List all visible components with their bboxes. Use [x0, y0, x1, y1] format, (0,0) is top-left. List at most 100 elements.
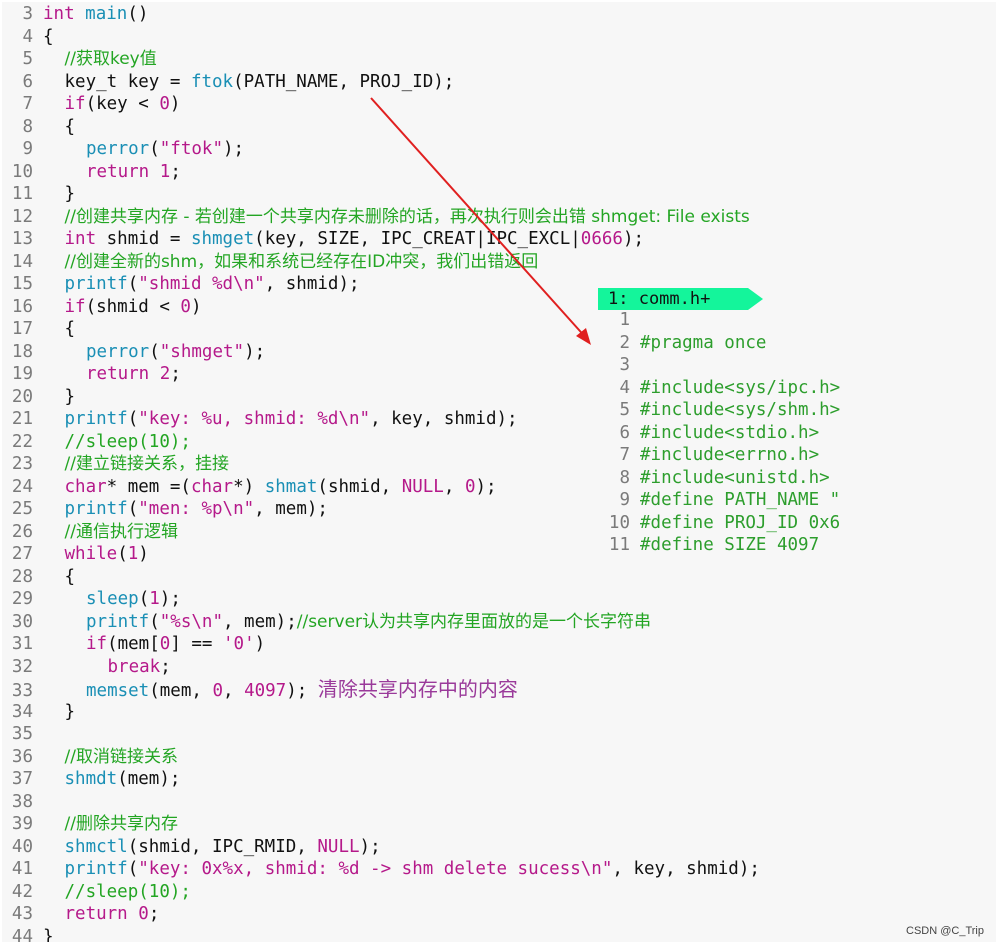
- code-token: 0: [159, 94, 170, 114]
- side-code-line[interactable]: 9 #define PATH_NAME ": [598, 489, 840, 511]
- code-token: {: [64, 566, 76, 587]
- code-line[interactable]: 5 //获取key值: [2, 48, 156, 70]
- code-line[interactable]: 21 printf("key: %u, shmid: %d\n", key, sh…: [2, 408, 518, 430]
- code-line[interactable]: 6 key_t key = ftok(PATH_NAME, PROJ_ID);: [2, 71, 454, 93]
- line-code: }: [43, 386, 76, 408]
- code-token: ): [190, 296, 202, 317]
- code-token: key_t key =: [64, 71, 191, 92]
- side-code-line[interactable]: 5 #include<sys/shm.h>: [598, 399, 840, 421]
- line-number: 42: [11, 881, 33, 902]
- code-line[interactable]: 36 //取消链接关系: [2, 746, 178, 768]
- line-code: break;: [43, 656, 171, 678]
- code-line[interactable]: 28 {: [2, 566, 75, 588]
- side-code-line[interactable]: 1: [598, 309, 640, 331]
- code-line[interactable]: 14 //创建全新的shm，如果和系统已经存在ID冲突，我们出错返回: [2, 251, 538, 273]
- side-code-line[interactable]: 10 #define PROJ_ID 0x6: [598, 512, 840, 534]
- code-token: ;: [170, 364, 181, 384]
- code-line[interactable]: 12 //创建共享内存 - 若创建一个共享内存未删除的话，再次执行则会出错 shm…: [2, 206, 750, 228]
- code-line[interactable]: 25 printf("men: %p\n", mem);: [2, 498, 328, 520]
- line-code: while(1): [43, 543, 149, 565]
- line-code: perror("ftok");: [43, 138, 244, 160]
- code-token: * mem =(: [106, 476, 191, 497]
- code-line[interactable]: 42 //sleep(10);: [2, 881, 191, 903]
- code-token: , key, shmid);: [612, 859, 760, 879]
- side-code-line[interactable]: 7 #include<errno.h>: [598, 444, 819, 466]
- code-token: //取消链接关系: [64, 746, 178, 767]
- line-code: int main(): [43, 3, 148, 25]
- code-token: //sleep(10);: [64, 881, 191, 902]
- code-token: char: [190, 476, 234, 497]
- code-token: printf: [86, 611, 150, 632]
- code-line[interactable]: 37 shmdt(mem);: [2, 768, 180, 790]
- code-line[interactable]: 7 if(key < 0): [2, 93, 180, 115]
- side-code-line[interactable]: 11 #define SIZE 4097: [598, 534, 819, 556]
- line-number: 14: [11, 251, 33, 272]
- code-token: , shmid);: [264, 274, 360, 294]
- line-code: #define PATH_NAME ": [640, 490, 841, 510]
- line-code: }: [43, 183, 76, 205]
- code-line[interactable]: 15 printf("shmid %d\n", shmid);: [2, 273, 360, 295]
- code-line[interactable]: 4{: [2, 26, 53, 48]
- code-line[interactable]: 35: [2, 723, 43, 745]
- line-code: perror("shmget");: [43, 341, 265, 363]
- code-line[interactable]: 16 if(shmid < 0): [2, 296, 202, 318]
- code-line[interactable]: 27 while(1): [2, 543, 149, 565]
- code-line[interactable]: 23 //建立链接关系，挂接: [2, 453, 229, 475]
- file-tab-comm-h[interactable]: 1: comm.h+: [598, 288, 748, 310]
- code-token: {: [64, 116, 76, 137]
- code-line[interactable]: 3 int main(): [2, 3, 148, 25]
- line-number: 11: [11, 184, 33, 204]
- line-number: 7: [619, 445, 630, 465]
- side-code-line[interactable]: 4 #include<sys/ipc.h>: [598, 377, 840, 399]
- code-line[interactable]: 40 shmctl(shmid, IPC_RMID, NULL);: [2, 836, 381, 858]
- code-line[interactable]: 10 return 1;: [2, 161, 181, 183]
- code-token: {: [64, 319, 76, 339]
- line-code: shmctl(shmid, IPC_RMID, NULL);: [43, 836, 381, 858]
- code-line[interactable]: 39 //删除共享内存: [2, 813, 178, 835]
- code-line[interactable]: 8{: [2, 116, 75, 138]
- code-token: 0: [464, 476, 476, 497]
- code-token: 0: [159, 634, 171, 654]
- code-token: printf: [64, 859, 128, 879]
- code-line[interactable]: 24 char* mem =(char*) shmat(shmid, NULL, …: [2, 476, 497, 498]
- code-line[interactable]: 30 printf("%s\n", mem);//server认为共享内存里面放的…: [2, 611, 651, 633]
- code-line[interactable]: 34}: [2, 701, 75, 723]
- code-line[interactable]: 31 if(mem[0] == '0'): [2, 633, 265, 655]
- code-line[interactable]: 17 {: [2, 318, 75, 340]
- code-line[interactable]: 26 //通信执行逻辑: [2, 521, 178, 543]
- code-token: while: [64, 544, 118, 564]
- code-line[interactable]: 20}: [2, 386, 75, 408]
- code-token: ,: [222, 681, 245, 701]
- code-line[interactable]: 41 printf("key: 0x%x, shmid: %d -> shm de…: [2, 858, 760, 880]
- code-editor[interactable]: 3 int main() 4{5//获取key值 6 key_t key = ftok(…: [2, 2, 996, 942]
- code-token: "%s\n": [159, 611, 223, 632]
- side-code-line[interactable]: 6 #include<stdio.h>: [598, 422, 819, 444]
- code-line[interactable]: 38: [2, 791, 43, 813]
- code-line[interactable]: 11}: [2, 183, 75, 205]
- code-line[interactable]: 18 perror("shmget");: [2, 341, 265, 363]
- code-token: (: [127, 409, 139, 429]
- code-line[interactable]: 44}: [2, 926, 54, 943]
- code-token: return: [64, 904, 128, 924]
- code-line[interactable]: 43 return 0;: [2, 903, 159, 925]
- code-line[interactable]: 13 int shmid = shmget(key, SIZE, IPC_CREA…: [2, 228, 644, 250]
- code-token: //server认为共享内存里面放的是一个长字符串: [296, 611, 652, 632]
- line-number: 6: [22, 71, 33, 92]
- code-line[interactable]: 32 break;: [2, 656, 171, 678]
- line-number: 5: [22, 49, 33, 69]
- line-code: //删除共享内存: [43, 813, 178, 835]
- code-token: ): [254, 634, 266, 654]
- side-code-line[interactable]: 8 #include<unistd.h>: [598, 467, 829, 489]
- line-number: 17: [11, 319, 33, 339]
- code-line[interactable]: 33 memset(mem, 0, 4097); 清除共享内存中的内容: [2, 678, 518, 701]
- side-code-line[interactable]: 2 #pragma once: [598, 332, 766, 354]
- code-line[interactable]: 22 //sleep(10);: [2, 431, 191, 453]
- side-code-line[interactable]: 3: [598, 354, 640, 376]
- line-code: //建立链接关系，挂接: [43, 453, 229, 475]
- code-line[interactable]: 9 perror("ftok");: [2, 138, 244, 160]
- line-number: 36: [11, 746, 33, 767]
- line-number: 21: [11, 409, 33, 429]
- code-line[interactable]: 29 sleep(1);: [2, 588, 181, 610]
- code-line[interactable]: 19 return 2;: [2, 363, 181, 385]
- line-number: 13: [11, 229, 33, 249]
